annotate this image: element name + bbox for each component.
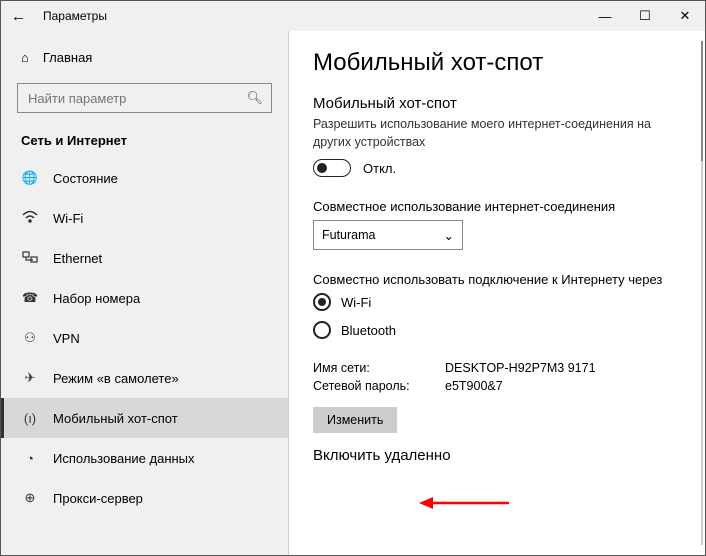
sidebar-item-label: Использование данных <box>53 451 195 466</box>
globe-icon: 🌐 <box>21 170 39 186</box>
sidebar-home[interactable]: ⌂ Главная <box>1 39 288 75</box>
content-pane: Мобильный хот-спот Мобильный хот-спот Ра… <box>289 31 705 555</box>
annotation-arrow-icon <box>419 493 509 513</box>
share-connection-dropdown[interactable]: Futurama ⌄ <box>313 220 463 250</box>
sidebar-home-label: Главная <box>43 50 92 65</box>
radio-bluetooth-label: Bluetooth <box>341 323 396 338</box>
close-button[interactable]: ✕ <box>665 8 705 24</box>
data-icon: ◔ <box>21 451 39 466</box>
sidebar-item-ethernet[interactable]: Ethernet <box>1 238 288 278</box>
sidebar-item-label: Мобильный хот-спот <box>53 411 178 426</box>
sidebar-item-label: VPN <box>53 331 80 346</box>
edit-button[interactable]: Изменить <box>313 407 397 433</box>
sidebar-item-datausage[interactable]: ◔ Использование данных <box>1 438 288 478</box>
sidebar-item-label: Режим «в самолете» <box>53 371 179 386</box>
sidebar-item-label: Прокси-сервер <box>53 491 143 506</box>
share-via-label: Совместно использовать подключение к Инт… <box>313 272 687 287</box>
chevron-down-icon: ⌄ <box>444 228 454 243</box>
wifi-icon <box>21 209 39 228</box>
minimize-button[interactable]: — <box>585 9 625 24</box>
sidebar-item-dialup[interactable]: ☎ Набор номера <box>1 278 288 318</box>
sidebar-item-label: Набор номера <box>53 291 140 306</box>
window-title: Параметры <box>43 9 107 23</box>
radio-bluetooth[interactable]: Bluetooth <box>313 321 687 339</box>
home-icon: ⌂ <box>21 50 29 65</box>
phone-icon: ☎ <box>21 290 39 306</box>
page-title: Мобильный хот-спот <box>313 49 687 77</box>
toggle-state-label: Откл. <box>363 161 396 176</box>
sidebar-item-label: Wi-Fi <box>53 211 83 226</box>
radio-dot-icon <box>313 321 331 339</box>
sidebar-category: Сеть и Интернет <box>1 127 288 158</box>
vpn-icon: ⚇ <box>21 330 39 346</box>
network-password-label: Сетевой пароль: <box>313 379 433 393</box>
sidebar-item-label: Состояние <box>53 171 118 186</box>
radio-wifi-label: Wi-Fi <box>341 295 371 310</box>
scrollbar[interactable] <box>701 41 703 545</box>
hotspot-toggle[interactable] <box>313 159 351 177</box>
airplane-icon: ✈ <box>21 370 39 386</box>
back-icon[interactable]: ← <box>11 8 31 25</box>
toggle-heading: Мобильный хот-спот <box>313 95 687 112</box>
radio-dot-icon <box>313 293 331 311</box>
sidebar-item-vpn[interactable]: ⚇ VPN <box>1 318 288 358</box>
ethernet-icon <box>21 249 39 268</box>
network-name-value: DESKTOP-H92P7M3 9171 <box>445 361 596 375</box>
network-password-value: e5T900&7 <box>445 379 503 393</box>
sidebar-item-proxy[interactable]: ⊕ Прокси-сервер <box>1 478 288 518</box>
dropdown-value: Futurama <box>322 228 376 242</box>
sidebar-item-wifi[interactable]: Wi-Fi <box>1 198 288 238</box>
search-icon: 🔍︎ <box>246 90 263 106</box>
proxy-icon: ⊕ <box>21 490 39 506</box>
maximize-button[interactable]: ☐ <box>625 8 665 24</box>
sidebar-item-airplane[interactable]: ✈ Режим «в самолете» <box>1 358 288 398</box>
sidebar-item-status[interactable]: 🌐 Состояние <box>1 158 288 198</box>
share-label: Совместное использование интернет-соедин… <box>313 199 687 214</box>
toggle-description: Разрешить использование моего интернет-с… <box>313 116 687 151</box>
hotspot-icon: (ı) <box>21 411 39 426</box>
sidebar-item-label: Ethernet <box>53 251 102 266</box>
remote-enable-heading: Включить удаленно <box>313 447 687 464</box>
radio-wifi[interactable]: Wi-Fi <box>313 293 687 311</box>
search-input[interactable]: 🔍︎ <box>17 83 272 113</box>
search-field[interactable] <box>26 90 246 107</box>
network-name-label: Имя сети: <box>313 361 433 375</box>
sidebar-item-hotspot[interactable]: (ı) Мобильный хот-спот <box>1 398 288 438</box>
